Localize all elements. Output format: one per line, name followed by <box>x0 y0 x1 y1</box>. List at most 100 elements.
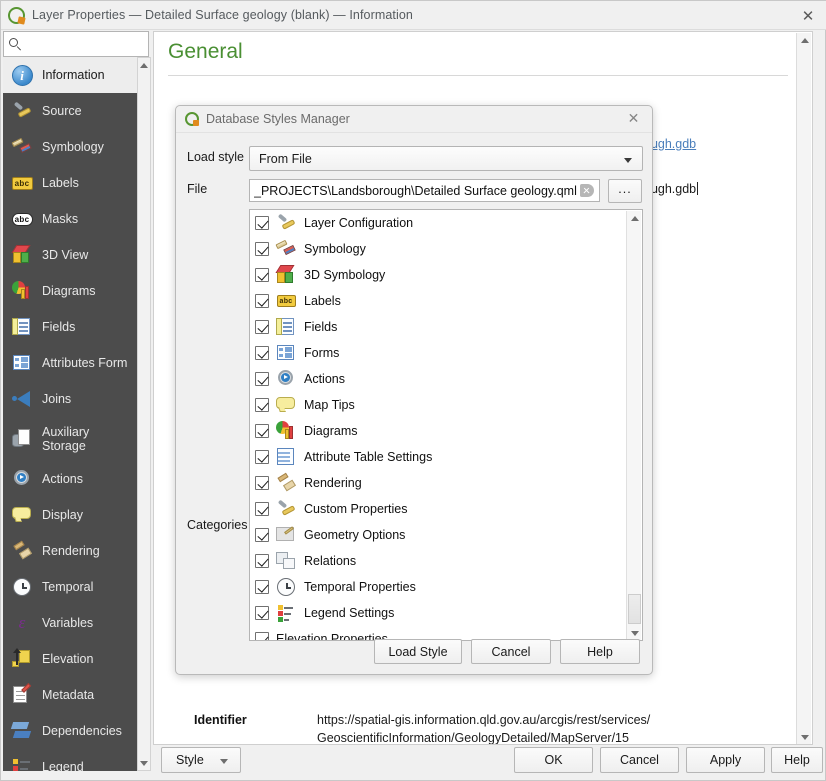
checkbox[interactable] <box>255 346 269 360</box>
category-label: Labels <box>304 294 341 308</box>
sidebar-item-temporal[interactable]: Temporal <box>3 569 137 605</box>
category-label: Relations <box>304 554 357 568</box>
category-row-symbology[interactable]: Symbology <box>250 236 642 262</box>
checkbox[interactable] <box>255 216 269 230</box>
checkbox[interactable] <box>255 528 269 542</box>
sidebar-item-label: Masks <box>42 212 79 226</box>
sidebar-item-display[interactable]: Display <box>3 497 137 533</box>
categories-scroll-up-icon[interactable] <box>627 211 642 226</box>
categories-scroll-thumb[interactable] <box>628 594 641 624</box>
category-row-3d-symbology[interactable]: 3D Symbology <box>250 262 642 288</box>
sidebar-item-legend[interactable]: Legend <box>3 749 137 771</box>
style-button[interactable]: Style <box>161 747 241 773</box>
dialog-help-button[interactable]: Help <box>560 639 640 664</box>
sidebar-item-metadata[interactable]: Metadata <box>3 677 137 713</box>
sidebar-item-label: Display <box>42 508 83 522</box>
categories-list[interactable]: Layer Configuration Symbology 3D Symbolo… <box>249 209 643 641</box>
sidebar-item-joins[interactable]: Joins <box>3 381 137 417</box>
checkbox[interactable] <box>255 606 269 620</box>
sidebar-item-dependencies[interactable]: Dependencies <box>3 713 137 749</box>
3d-symbology-icon <box>275 265 296 285</box>
sidebar-search-box[interactable] <box>3 31 173 57</box>
sidebar-item-auxiliary-storage[interactable]: Auxiliary Storage <box>3 417 137 461</box>
cancel-button[interactable]: Cancel <box>600 747 679 773</box>
sidebar-item-rendering[interactable]: Rendering <box>3 533 137 569</box>
chevron-down-icon <box>220 759 228 764</box>
search-input[interactable] <box>12 33 173 55</box>
checkbox[interactable] <box>255 502 269 516</box>
checkbox[interactable] <box>255 320 269 334</box>
sidebar-item-fields[interactable]: Fields <box>3 309 137 345</box>
dialog-cancel-button[interactable]: Cancel <box>471 639 551 664</box>
category-row-custom-properties[interactable]: Custom Properties <box>250 496 642 522</box>
sidebar-item-elevation[interactable]: Elevation <box>3 641 137 677</box>
forms-icon <box>276 343 296 363</box>
help-button[interactable]: Help <box>771 747 823 773</box>
category-row-legend-settings[interactable]: Legend Settings <box>250 600 642 626</box>
sidebar-item-symbology[interactable]: Symbology <box>3 129 137 165</box>
category-label: Rendering <box>304 476 362 490</box>
content-scrollbar[interactable] <box>796 33 812 744</box>
dialog-close-button[interactable]: ✕ <box>625 111 642 128</box>
window-close-button[interactable]: ✕ <box>799 7 817 25</box>
category-row-attribute-table-settings[interactable]: Attribute Table Settings <box>250 444 642 470</box>
sidebar-item-source[interactable]: Source <box>3 93 137 129</box>
category-row-relations[interactable]: Relations <box>250 548 642 574</box>
category-row-labels[interactable]: abc Labels <box>250 288 642 314</box>
ok-button[interactable]: OK <box>514 747 593 773</box>
category-row-actions[interactable]: Actions <box>250 366 642 392</box>
layer-properties-window: Layer Properties — Detailed Surface geol… <box>0 0 826 781</box>
sidebar-scroll-up-icon[interactable] <box>138 58 150 72</box>
sidebar-item-attributes-form[interactable]: Attributes Form <box>3 345 137 381</box>
category-row-map-tips[interactable]: Map Tips <box>250 392 642 418</box>
category-row-layer-configuration[interactable]: Layer Configuration <box>250 210 642 236</box>
checkbox[interactable] <box>255 372 269 386</box>
checkbox[interactable] <box>255 632 269 640</box>
sidebar-item-3d-view[interactable]: 3D View <box>3 237 137 273</box>
category-row-diagrams[interactable]: Diagrams <box>250 418 642 444</box>
properties-sidebar[interactable]: i Information Source Symbology abc Label… <box>3 57 137 771</box>
page-title: General <box>168 40 243 63</box>
category-row-forms[interactable]: Forms <box>250 340 642 366</box>
sidebar-item-actions[interactable]: Actions <box>3 461 137 497</box>
checkbox[interactable] <box>255 268 269 282</box>
sidebar-item-masks[interactable]: abc Masks <box>3 201 137 237</box>
sidebar-item-label: Joins <box>42 392 72 406</box>
categories-scrollbar[interactable] <box>626 211 642 640</box>
load-style-button[interactable]: Load Style <box>374 639 462 664</box>
sidebar-item-diagrams[interactable]: Diagrams <box>3 273 137 309</box>
checkbox[interactable] <box>255 424 269 438</box>
content-scroll-up-icon[interactable] <box>797 33 812 48</box>
custom-properties-icon <box>276 499 296 519</box>
checkbox[interactable] <box>255 554 269 568</box>
sidebar-scroll-down-icon[interactable] <box>138 756 150 770</box>
category-row-fields[interactable]: Fields <box>250 314 642 340</box>
sidebar-item-labels[interactable]: abc Labels <box>3 165 137 201</box>
checkbox[interactable] <box>255 476 269 490</box>
information-icon: i <box>9 62 35 88</box>
browse-button[interactable]: ... <box>608 179 642 203</box>
category-row-geometry-options[interactable]: Geometry Options <box>250 522 642 548</box>
category-row-rendering[interactable]: Rendering <box>250 470 642 496</box>
file-path-field[interactable] <box>249 179 600 202</box>
sidebar-item-variables[interactable]: ε Variables <box>3 605 137 641</box>
file-path-input[interactable] <box>254 183 580 198</box>
apply-button[interactable]: Apply <box>686 747 765 773</box>
sidebar-item-label: Information <box>42 68 105 82</box>
category-label: Geometry Options <box>304 528 406 542</box>
load-style-select[interactable]: From File <box>249 146 643 171</box>
category-label: Attribute Table Settings <box>304 450 433 464</box>
category-label: Temporal Properties <box>304 580 416 594</box>
clear-icon[interactable] <box>580 184 594 197</box>
checkbox[interactable] <box>255 580 269 594</box>
checkbox[interactable] <box>255 294 269 308</box>
category-row-temporal-properties[interactable]: Temporal Properties <box>250 574 642 600</box>
sidebar-item-label: Rendering <box>42 544 100 558</box>
checkbox[interactable] <box>255 450 269 464</box>
checkbox[interactable] <box>255 242 269 256</box>
sidebar-item-information[interactable]: i Information <box>3 57 137 93</box>
category-label: Symbology <box>304 242 366 256</box>
sidebar-item-label: Actions <box>42 472 83 486</box>
checkbox[interactable] <box>255 398 269 412</box>
sidebar-scrollbar[interactable] <box>137 57 151 771</box>
